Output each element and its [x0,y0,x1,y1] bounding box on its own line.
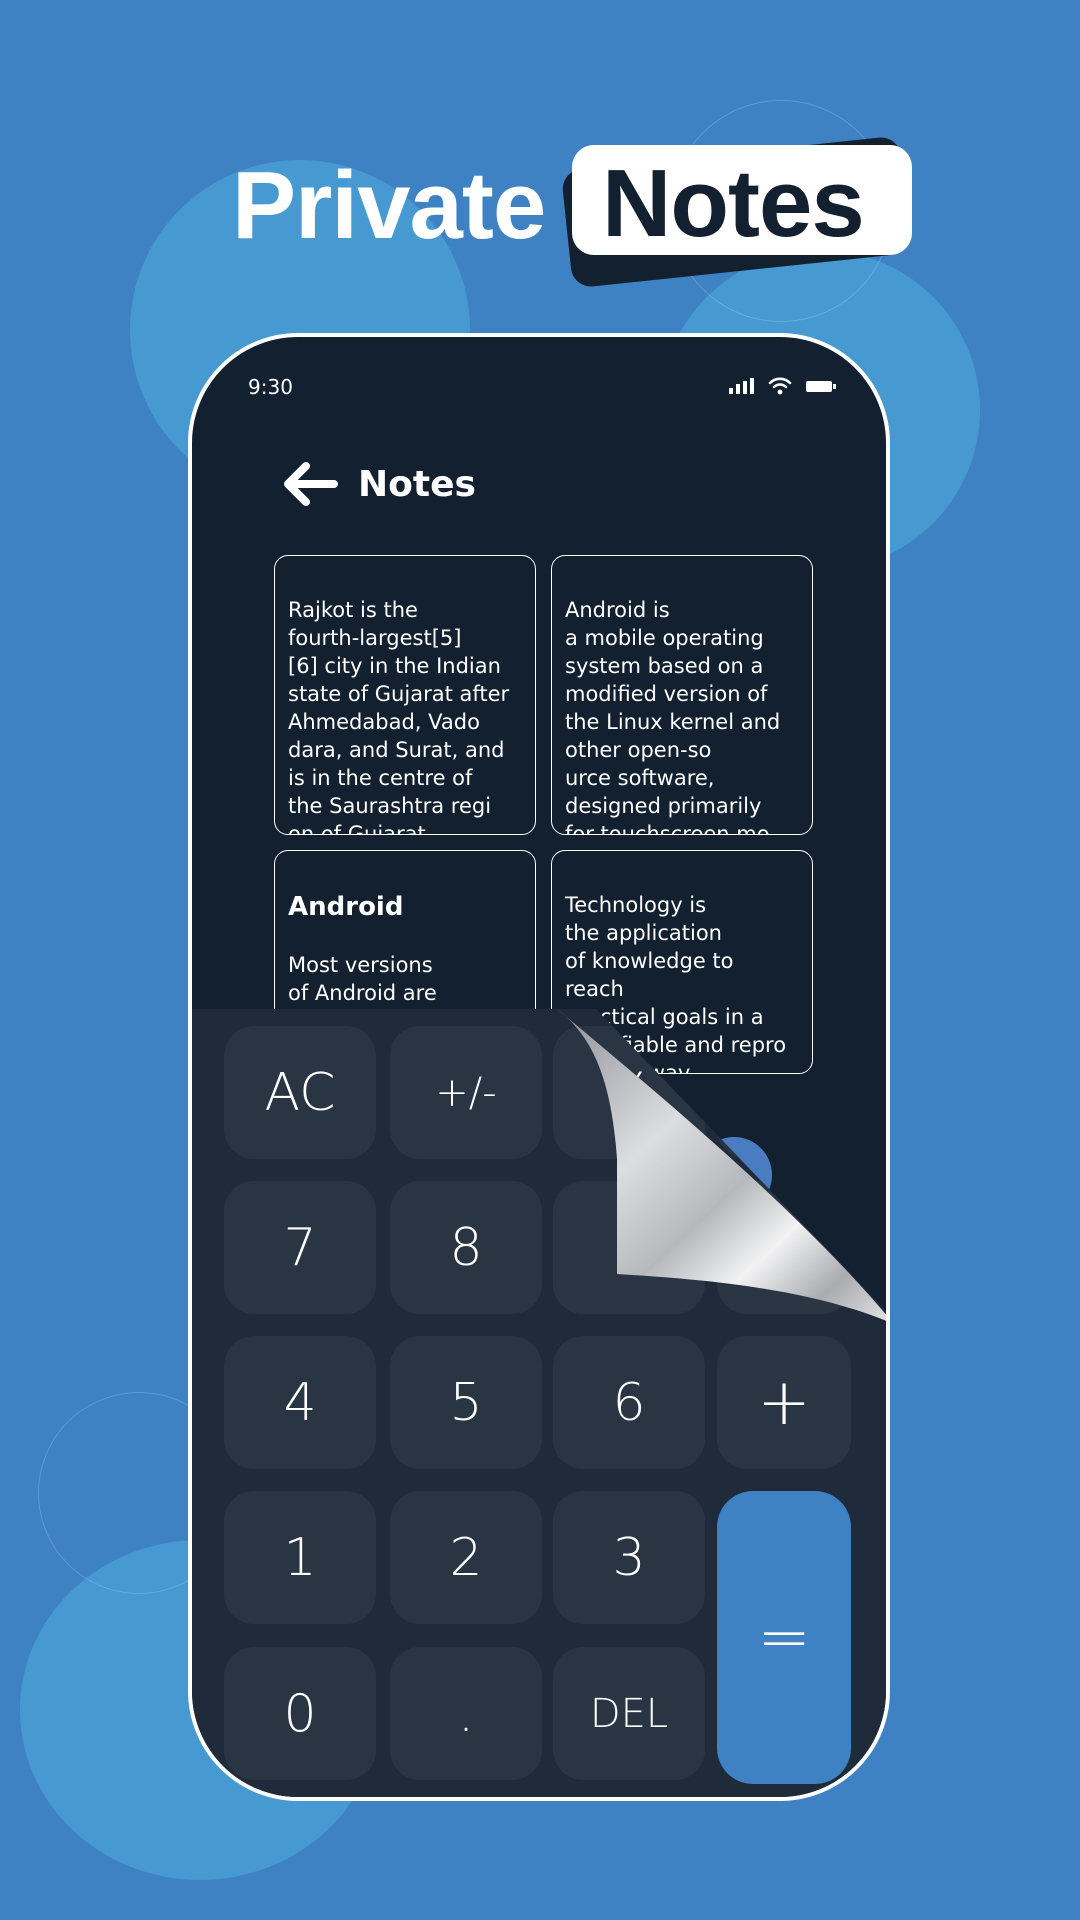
phone-mockup: 9:30 Notes Rajkot is the fourth-largest[… [188,333,890,1801]
key-8[interactable]: 8 [390,1181,542,1314]
note-title: Android [288,892,404,922]
note-body: Rajkot is the fourth-largest[5] [6] city… [288,598,510,835]
note-card[interactable]: Android is a mobile operating system bas… [551,555,813,835]
key-9[interactable]: 9 [553,1181,705,1314]
key-7[interactable]: 7 [224,1181,376,1314]
key-1[interactable]: 1 [224,1491,376,1624]
page-title: Notes [358,463,476,505]
key-multiply[interactable]: × [717,1181,851,1314]
note-card[interactable]: Rajkot is the fourth-largest[5] [6] city… [274,555,536,835]
signal-icon [729,378,754,394]
key-sign[interactable]: +/- [390,1026,542,1159]
key-3[interactable]: 3 [553,1491,705,1624]
key-decimal[interactable]: . [390,1647,542,1780]
key-ac[interactable]: AC [224,1026,376,1159]
promo-headline: Private Notes [0,135,1080,289]
status-time: 9:30 [248,375,293,399]
app-bar: Notes [280,459,476,509]
key-equals[interactable]: = [717,1491,851,1784]
key-5[interactable]: 5 [390,1336,542,1469]
key-2[interactable]: 2 [390,1491,542,1624]
key-0[interactable]: 0 [224,1647,376,1780]
status-icons [729,377,836,395]
key-6[interactable]: 6 [553,1336,705,1469]
calculator-disguise-panel: AC +/- % ÷ 7 8 9 × 4 5 6 + 1 2 3 = 0 . D… [192,1009,886,1797]
key-plus[interactable]: + [717,1336,851,1469]
headline-word-notes: Notes [602,150,865,257]
note-body: Android is a mobile operating system bas… [565,598,791,835]
key-4[interactable]: 4 [224,1336,376,1469]
headline-word-private: Private [232,152,546,259]
arrow-left-icon[interactable] [280,459,340,509]
wifi-icon [768,377,792,395]
battery-icon [806,380,836,392]
key-delete[interactable]: DEL [553,1647,705,1780]
